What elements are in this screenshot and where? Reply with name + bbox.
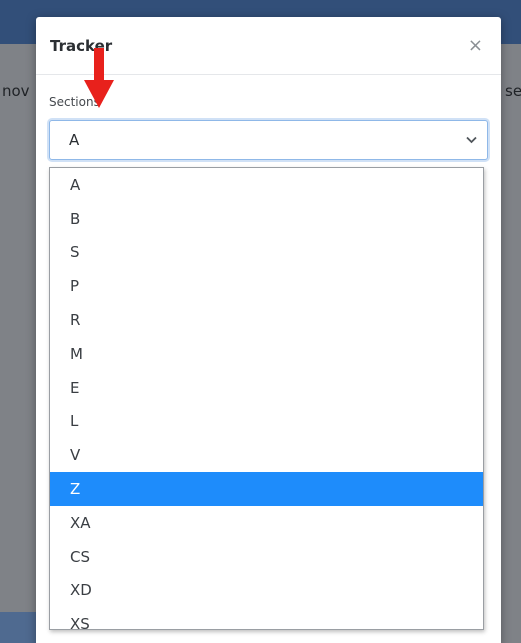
dropdown-option[interactable]: XS [50, 607, 483, 629]
dropdown-option[interactable]: CS [50, 540, 483, 574]
background-button-left [0, 612, 36, 643]
sections-select-value: A [69, 131, 80, 149]
dropdown-option[interactable]: XA [50, 506, 483, 540]
dropdown-option[interactable]: M [50, 337, 483, 371]
dropdown-option[interactable]: V [50, 438, 483, 472]
sections-dropdown-list: A B S P R M E L V Z XA CS XD XS [49, 167, 484, 630]
dropdown-option[interactable]: P [50, 269, 483, 303]
dropdown-option[interactable]: Z [50, 472, 483, 506]
dropdown-option[interactable]: S [50, 236, 483, 270]
dropdown-option[interactable]: E [50, 371, 483, 405]
dropdown-option[interactable]: XD [50, 574, 483, 608]
close-icon[interactable]: × [464, 35, 487, 57]
sections-select[interactable]: A [49, 120, 488, 160]
background-text-right: se [505, 82, 521, 100]
dropdown-option[interactable]: R [50, 303, 483, 337]
dropdown-option[interactable]: A [50, 168, 483, 202]
dropdown-option[interactable]: B [50, 202, 483, 236]
dropdown-option[interactable]: L [50, 405, 483, 439]
tracker-modal: Tracker × Sections A A B S P R M E L V Z XA CS XD XS [36, 17, 501, 643]
chevron-down-icon [466, 134, 477, 147]
background-text-left: nov [2, 82, 30, 100]
red-arrow-down-icon [84, 48, 114, 108]
